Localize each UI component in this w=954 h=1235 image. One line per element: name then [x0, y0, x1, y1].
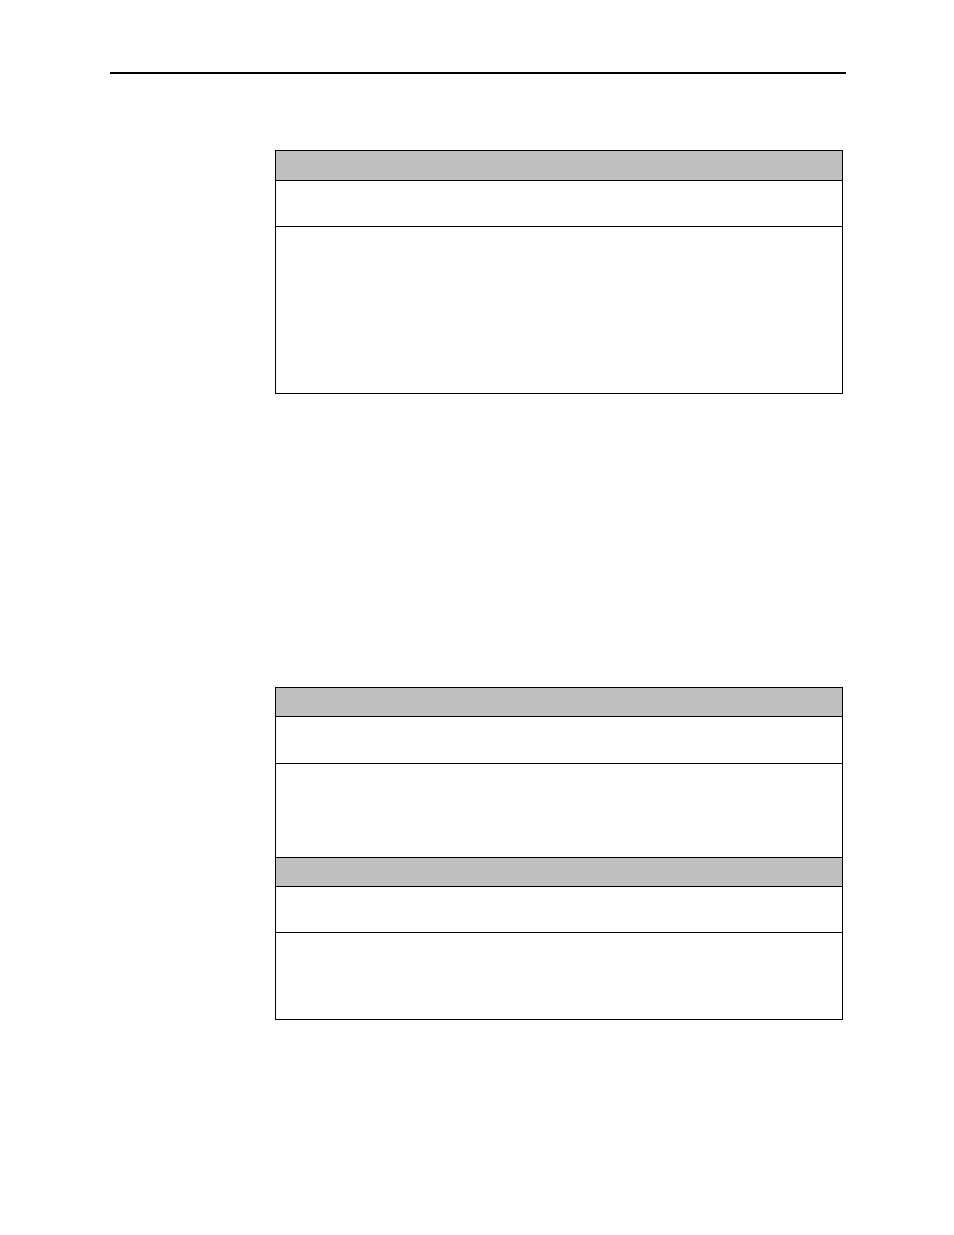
- table-2-section-1-row-2: [276, 764, 842, 858]
- table-2-section-1-row-1: [276, 717, 842, 764]
- table-2-section-2-row-1: [276, 887, 842, 933]
- table-1-row-2: [276, 227, 842, 393]
- table-1: [275, 150, 843, 394]
- table-2: [275, 687, 843, 1020]
- table-2-section-1-header-band: [276, 688, 842, 717]
- table-2-section-2-header-band: [276, 858, 842, 887]
- table-1-row-1: [276, 181, 842, 227]
- document-page: [0, 0, 954, 1235]
- table-2-section-2-row-2: [276, 933, 842, 1019]
- table-1-header-band: [276, 151, 842, 181]
- header-rule: [110, 72, 846, 74]
